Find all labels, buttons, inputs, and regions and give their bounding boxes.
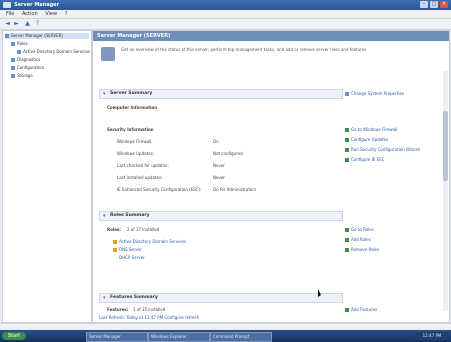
role-link[interactable]: Active Directory Domain Services	[113, 239, 186, 244]
menu-file[interactable]: File	[6, 10, 14, 18]
server-summary-title: Server Summary	[110, 91, 153, 96]
main-scrollbar[interactable]	[443, 71, 448, 311]
help-button[interactable]: ?	[34, 21, 41, 27]
action-link[interactable]: Go to Roles	[345, 227, 374, 232]
features-count-label: Features:	[107, 307, 129, 312]
status-bar	[0, 323, 451, 329]
menu-action[interactable]: Action	[22, 10, 38, 18]
features-summary-header[interactable]: ▾ Features Summary	[99, 293, 343, 303]
intro-text: Get an overview of the status of this se…	[121, 47, 368, 52]
updates-icon	[345, 138, 349, 142]
diagnostics-icon	[11, 58, 15, 62]
refresh-info[interactable]: Last Refresh: Today at 12:47 PM Configur…	[99, 315, 199, 320]
navigation-tree: Server Manager (SERVER) Roles Active Dir…	[2, 30, 92, 323]
tree-item-server-manager[interactable]: Server Manager (SERVER)	[5, 33, 89, 39]
action-icon	[345, 92, 349, 96]
roles-summary-title: Roles Summary	[110, 213, 150, 218]
toolbar: ◄ ► ▲ ?	[0, 19, 451, 30]
role-icon	[17, 50, 21, 54]
maximize-button[interactable]: □	[430, 1, 438, 8]
action-link[interactable]: Add Features	[345, 307, 377, 312]
tree-item-diagnostics[interactable]: Diagnostics	[11, 57, 40, 63]
role-link[interactable]: DHCP Server	[119, 255, 145, 260]
security-row-value: Never	[213, 175, 225, 180]
close-button[interactable]: ×	[440, 1, 448, 8]
remove-roles-icon	[345, 248, 349, 252]
features-summary-title: Features Summary	[110, 295, 158, 300]
security-row-key: Last installed updates:	[117, 175, 163, 180]
main-header: Server Manager (SERVER)	[93, 31, 449, 41]
action-link[interactable]: Remove Roles	[345, 247, 379, 252]
collapse-icon: ▾	[103, 213, 106, 219]
security-row-key: Windows Firewall:	[117, 139, 153, 144]
up-button[interactable]: ▲	[24, 21, 31, 27]
taskbar-item[interactable]: Command Prompt	[210, 332, 272, 342]
window-title: Server Manager	[14, 2, 60, 8]
menu-view[interactable]: View	[45, 10, 57, 18]
ie-esc-icon	[345, 158, 349, 162]
window-titlebar: Server Manager – □ ×	[0, 0, 451, 10]
configuration-icon	[11, 66, 15, 70]
security-row-value: On for Administrators	[213, 187, 257, 192]
computer-information-title: Computer Information	[107, 105, 158, 110]
main-panel: Server Manager (SERVER) Get an overview …	[92, 30, 450, 323]
window-controls: – □ ×	[420, 1, 448, 8]
system-tray-clock[interactable]: 12:47 PM	[415, 332, 449, 340]
tree-item-configuration[interactable]: Configuration	[11, 65, 44, 71]
app-icon	[3, 2, 11, 8]
taskbar-item[interactable]: Server Manager	[86, 332, 148, 342]
roles-icon	[11, 42, 15, 46]
back-button[interactable]: ◄	[4, 21, 11, 27]
roles-summary-header[interactable]: ▾ Roles Summary	[99, 211, 343, 221]
collapse-icon: ▾	[103, 91, 106, 97]
storage-icon	[11, 74, 15, 78]
action-link[interactable]: Run Security Configuration Wizard	[345, 147, 420, 152]
minimize-button[interactable]: –	[420, 1, 428, 8]
roles-count-label: Roles:	[107, 227, 121, 232]
main-title: Server Manager (SERVER)	[97, 33, 171, 39]
security-information-title: Security Information	[107, 127, 154, 132]
features-count-value: 1 of 35 installed	[133, 307, 166, 312]
security-row-value: Not configured	[213, 151, 243, 156]
scroll-thumb[interactable]	[443, 111, 448, 181]
action-link[interactable]: Add Roles	[345, 237, 371, 242]
action-link[interactable]: Configure IE ESC	[345, 157, 385, 162]
menu-bar: File Action View ?	[0, 10, 451, 19]
add-roles-icon	[345, 238, 349, 242]
roles-count-value: 2 of 17 installed	[127, 227, 160, 232]
taskbar: Start Server Manager Windows Explorer Co…	[0, 330, 451, 342]
server-manager-icon	[101, 47, 115, 61]
menu-help[interactable]: ?	[65, 10, 68, 18]
collapse-icon: ▾	[103, 295, 106, 301]
security-row-key: Last checked for updates:	[117, 163, 169, 168]
tree-item-role-adds[interactable]: Active Directory Domain Services	[17, 49, 90, 55]
security-row-value: On	[213, 139, 219, 144]
start-button[interactable]: Start	[2, 332, 26, 340]
role-link[interactable]: DNS Server	[113, 247, 142, 252]
firewall-icon	[345, 128, 349, 132]
wizard-icon	[345, 148, 349, 152]
server-icon	[5, 34, 9, 38]
action-link[interactable]: Configure Updates	[345, 137, 388, 142]
tree-item-roles[interactable]: Roles	[11, 41, 28, 47]
action-link[interactable]: Go to Windows Firewall	[345, 127, 397, 132]
forward-button[interactable]: ►	[13, 21, 20, 27]
add-features-icon	[345, 308, 349, 312]
action-link[interactable]: Change System Properties	[345, 91, 404, 96]
tree-item-storage[interactable]: Storage	[11, 73, 33, 79]
security-row-value: Never	[213, 163, 225, 168]
mouse-pointer-icon	[318, 289, 321, 297]
server-summary-header[interactable]: ▾ Server Summary	[99, 89, 343, 99]
warning-icon	[113, 240, 117, 244]
security-row-key: Windows Updates:	[117, 151, 155, 156]
go-to-roles-icon	[345, 228, 349, 232]
security-row-key: IE Enhanced Security Configuration (ESC)…	[117, 187, 202, 192]
taskbar-item[interactable]: Windows Explorer	[148, 332, 210, 342]
warning-icon	[113, 248, 117, 252]
